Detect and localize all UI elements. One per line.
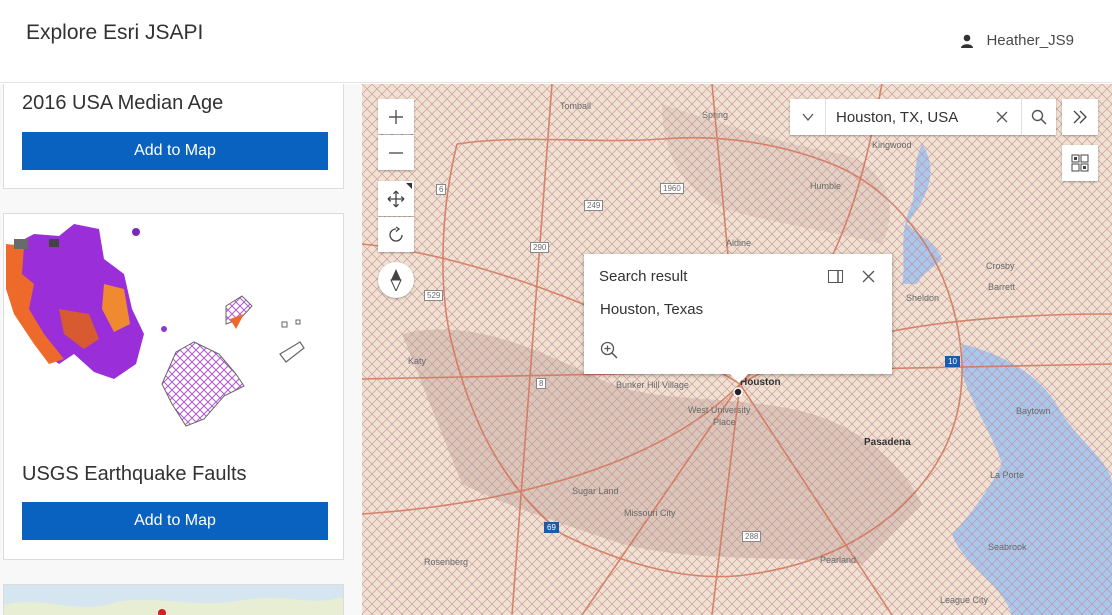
map-label: Bunker Hill Village [616,380,689,390]
highway-shield: 6 [436,184,447,195]
highway-shield: 1960 [660,183,684,194]
grid-icon [1071,154,1089,172]
map-label: Sugar Land [572,486,619,496]
map-label: Missouri City [624,508,676,518]
pan-mode-button[interactable] [378,181,414,216]
card-thumbnail [4,585,343,615]
map-label: La Porte [990,470,1025,480]
caret-down-icon [802,113,813,121]
layer-card-median-age: 2016 USA Median Age Add to Map [3,84,344,189]
zoom-to-button[interactable] [600,341,620,361]
highway-shield: 10 [945,356,960,367]
move-icon [387,190,405,207]
app-title: Explore Esri JSAPI [26,21,204,44]
map-label: Rosenberg [424,557,469,567]
dock-icon [827,269,843,283]
zoom-in-button[interactable] [378,99,414,134]
search-submit-button[interactable] [1021,99,1056,135]
popup-title: Search result [599,268,688,285]
add-to-map-button[interactable]: Add to Map [22,502,328,540]
card-title: 2016 USA Median Age [22,92,224,114]
search-input[interactable] [834,107,983,127]
map-label: Baytown [1016,406,1051,416]
minus-icon [389,151,403,154]
map-label: Sheldon [906,293,940,303]
card-thumbnail [6,224,305,427]
highway-shield: 288 [742,531,762,542]
search-result-popup: Search result Houston, Texas [584,254,892,383]
card-title: USGS Earthquake Faults [22,463,247,485]
compass-button[interactable] [378,262,414,298]
map-label: West University [688,405,751,415]
plus-icon [389,109,403,124]
add-to-map-button[interactable]: Add to Map [22,132,328,170]
highway-shield: 249 [584,200,604,211]
map-label: Spring [702,110,729,120]
close-popup-button[interactable] [859,267,877,285]
map-view[interactable]: Tomball Spring Kingwood Humble Aldine Cr… [362,84,1112,615]
highway-shield: 8 [536,378,547,389]
map-label: Pearland [820,555,857,565]
rotate-icon [389,225,403,242]
rotate-mode-button[interactable] [378,217,414,252]
map-label: Place [713,417,736,427]
layer-card-list[interactable]: 2016 USA Median Age Add to Map USGS Eart… [0,84,362,615]
highway-shield: 69 [544,522,559,533]
map-label: Barrett [988,282,1016,292]
expand-sidebar-button[interactable] [1062,99,1098,135]
location-marker-icon [733,387,743,397]
search-widget [790,99,1056,135]
user-menu[interactable]: Heather_JS9 [960,32,1074,49]
clear-search-button[interactable] [983,99,1021,135]
map-label: League City [940,595,989,605]
map-label: Pasadena [864,437,911,448]
dock-popup-button[interactable] [826,267,844,285]
basemap-gallery-button[interactable] [1062,145,1098,181]
corner-triangle-icon [406,183,412,189]
layer-card-earthquake-faults: USGS Earthquake Faults Add to Map [3,213,344,560]
user-name: Heather_JS9 [986,32,1074,49]
user-icon [961,34,974,48]
highway-shield: 290 [530,242,550,253]
layer-card-partial [3,584,344,615]
map-label: Crosby [986,261,1015,271]
popup-content: Houston, Texas [600,301,704,318]
map-label: Tomball [560,101,592,111]
map-label: Kingwood [872,140,912,150]
highway-shield: 529 [424,290,444,301]
map-label: Katy [408,356,427,366]
zoom-out-button[interactable] [378,135,414,170]
double-chevron-right-icon [1073,110,1087,124]
close-icon [862,270,874,282]
map-label: Humble [810,181,842,191]
search-input-wrapper [826,99,983,135]
zoom-to-icon [600,341,618,359]
search-icon [1031,109,1047,125]
map-label: Aldine [726,238,752,248]
close-icon [996,111,1008,123]
app-header: Explore Esri JSAPI Heather_JS9 [0,0,1112,83]
map-label: Seabrook [988,542,1027,552]
search-source-dropdown[interactable] [790,99,826,135]
compass-icon [390,269,402,291]
